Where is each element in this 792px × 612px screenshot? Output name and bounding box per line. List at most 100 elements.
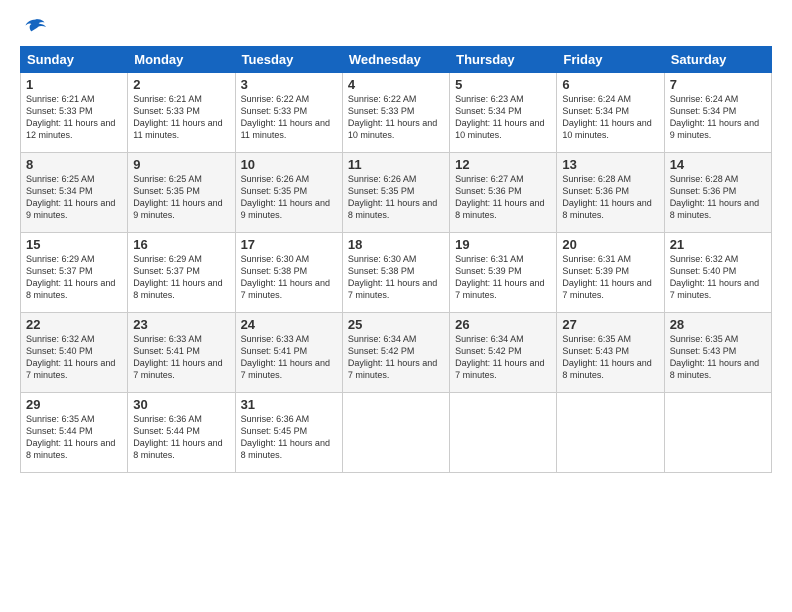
day-info: Sunrise: 6:22 AM Sunset: 5:33 PM Dayligh… [348,93,444,142]
day-header-monday: Monday [128,47,235,73]
day-info: Sunrise: 6:36 AM Sunset: 5:44 PM Dayligh… [133,413,229,462]
day-info: Sunrise: 6:33 AM Sunset: 5:41 PM Dayligh… [241,333,337,382]
header-row: SundayMondayTuesdayWednesdayThursdayFrid… [21,47,772,73]
logo [20,18,46,36]
calendar-cell [557,393,664,473]
day-number: 15 [26,237,122,252]
calendar-cell: 1 Sunrise: 6:21 AM Sunset: 5:33 PM Dayli… [21,73,128,153]
day-info: Sunrise: 6:31 AM Sunset: 5:39 PM Dayligh… [455,253,551,302]
calendar-cell: 4 Sunrise: 6:22 AM Sunset: 5:33 PM Dayli… [342,73,449,153]
day-number: 8 [26,157,122,172]
calendar-cell: 22 Sunrise: 6:32 AM Sunset: 5:40 PM Dayl… [21,313,128,393]
day-info: Sunrise: 6:30 AM Sunset: 5:38 PM Dayligh… [348,253,444,302]
day-info: Sunrise: 6:26 AM Sunset: 5:35 PM Dayligh… [241,173,337,222]
day-info: Sunrise: 6:28 AM Sunset: 5:36 PM Dayligh… [562,173,658,222]
calendar-cell: 18 Sunrise: 6:30 AM Sunset: 5:38 PM Dayl… [342,233,449,313]
calendar-cell: 17 Sunrise: 6:30 AM Sunset: 5:38 PM Dayl… [235,233,342,313]
day-header-sunday: Sunday [21,47,128,73]
day-number: 13 [562,157,658,172]
page: SundayMondayTuesdayWednesdayThursdayFrid… [0,0,792,612]
day-info: Sunrise: 6:31 AM Sunset: 5:39 PM Dayligh… [562,253,658,302]
day-number: 20 [562,237,658,252]
day-number: 21 [670,237,766,252]
day-info: Sunrise: 6:28 AM Sunset: 5:36 PM Dayligh… [670,173,766,222]
day-header-thursday: Thursday [450,47,557,73]
day-info: Sunrise: 6:29 AM Sunset: 5:37 PM Dayligh… [133,253,229,302]
day-info: Sunrise: 6:26 AM Sunset: 5:35 PM Dayligh… [348,173,444,222]
day-number: 29 [26,397,122,412]
day-info: Sunrise: 6:24 AM Sunset: 5:34 PM Dayligh… [670,93,766,142]
day-number: 26 [455,317,551,332]
day-header-tuesday: Tuesday [235,47,342,73]
day-info: Sunrise: 6:34 AM Sunset: 5:42 PM Dayligh… [348,333,444,382]
day-number: 28 [670,317,766,332]
calendar-cell: 5 Sunrise: 6:23 AM Sunset: 5:34 PM Dayli… [450,73,557,153]
calendar-cell: 26 Sunrise: 6:34 AM Sunset: 5:42 PM Dayl… [450,313,557,393]
calendar-cell: 29 Sunrise: 6:35 AM Sunset: 5:44 PM Dayl… [21,393,128,473]
day-number: 18 [348,237,444,252]
calendar-cell: 6 Sunrise: 6:24 AM Sunset: 5:34 PM Dayli… [557,73,664,153]
day-number: 6 [562,77,658,92]
day-number: 7 [670,77,766,92]
calendar-cell: 3 Sunrise: 6:22 AM Sunset: 5:33 PM Dayli… [235,73,342,153]
calendar-cell [664,393,771,473]
day-number: 16 [133,237,229,252]
day-number: 17 [241,237,337,252]
calendar-cell: 21 Sunrise: 6:32 AM Sunset: 5:40 PM Dayl… [664,233,771,313]
calendar-cell: 13 Sunrise: 6:28 AM Sunset: 5:36 PM Dayl… [557,153,664,233]
calendar-cell [450,393,557,473]
week-row-2: 8 Sunrise: 6:25 AM Sunset: 5:34 PM Dayli… [21,153,772,233]
day-info: Sunrise: 6:30 AM Sunset: 5:38 PM Dayligh… [241,253,337,302]
calendar-cell: 20 Sunrise: 6:31 AM Sunset: 5:39 PM Dayl… [557,233,664,313]
calendar-cell: 30 Sunrise: 6:36 AM Sunset: 5:44 PM Dayl… [128,393,235,473]
calendar-cell [342,393,449,473]
day-info: Sunrise: 6:21 AM Sunset: 5:33 PM Dayligh… [26,93,122,142]
calendar-cell: 24 Sunrise: 6:33 AM Sunset: 5:41 PM Dayl… [235,313,342,393]
calendar-cell: 28 Sunrise: 6:35 AM Sunset: 5:43 PM Dayl… [664,313,771,393]
calendar-cell: 31 Sunrise: 6:36 AM Sunset: 5:45 PM Dayl… [235,393,342,473]
day-info: Sunrise: 6:23 AM Sunset: 5:34 PM Dayligh… [455,93,551,142]
calendar-cell: 7 Sunrise: 6:24 AM Sunset: 5:34 PM Dayli… [664,73,771,153]
calendar-cell: 9 Sunrise: 6:25 AM Sunset: 5:35 PM Dayli… [128,153,235,233]
day-number: 4 [348,77,444,92]
week-row-5: 29 Sunrise: 6:35 AM Sunset: 5:44 PM Dayl… [21,393,772,473]
day-number: 1 [26,77,122,92]
day-info: Sunrise: 6:32 AM Sunset: 5:40 PM Dayligh… [670,253,766,302]
day-number: 2 [133,77,229,92]
calendar-cell: 15 Sunrise: 6:29 AM Sunset: 5:37 PM Dayl… [21,233,128,313]
calendar: SundayMondayTuesdayWednesdayThursdayFrid… [20,46,772,473]
day-info: Sunrise: 6:36 AM Sunset: 5:45 PM Dayligh… [241,413,337,462]
calendar-cell: 23 Sunrise: 6:33 AM Sunset: 5:41 PM Dayl… [128,313,235,393]
week-row-4: 22 Sunrise: 6:32 AM Sunset: 5:40 PM Dayl… [21,313,772,393]
day-info: Sunrise: 6:35 AM Sunset: 5:43 PM Dayligh… [670,333,766,382]
day-number: 19 [455,237,551,252]
day-number: 9 [133,157,229,172]
day-info: Sunrise: 6:22 AM Sunset: 5:33 PM Dayligh… [241,93,337,142]
calendar-cell: 2 Sunrise: 6:21 AM Sunset: 5:33 PM Dayli… [128,73,235,153]
day-info: Sunrise: 6:25 AM Sunset: 5:34 PM Dayligh… [26,173,122,222]
calendar-cell: 14 Sunrise: 6:28 AM Sunset: 5:36 PM Dayl… [664,153,771,233]
day-info: Sunrise: 6:21 AM Sunset: 5:33 PM Dayligh… [133,93,229,142]
day-info: Sunrise: 6:24 AM Sunset: 5:34 PM Dayligh… [562,93,658,142]
week-row-1: 1 Sunrise: 6:21 AM Sunset: 5:33 PM Dayli… [21,73,772,153]
calendar-cell: 10 Sunrise: 6:26 AM Sunset: 5:35 PM Dayl… [235,153,342,233]
day-number: 25 [348,317,444,332]
day-number: 24 [241,317,337,332]
day-info: Sunrise: 6:32 AM Sunset: 5:40 PM Dayligh… [26,333,122,382]
day-header-saturday: Saturday [664,47,771,73]
calendar-cell: 16 Sunrise: 6:29 AM Sunset: 5:37 PM Dayl… [128,233,235,313]
calendar-cell: 11 Sunrise: 6:26 AM Sunset: 5:35 PM Dayl… [342,153,449,233]
day-number: 27 [562,317,658,332]
week-row-3: 15 Sunrise: 6:29 AM Sunset: 5:37 PM Dayl… [21,233,772,313]
calendar-cell: 27 Sunrise: 6:35 AM Sunset: 5:43 PM Dayl… [557,313,664,393]
day-number: 30 [133,397,229,412]
calendar-cell: 8 Sunrise: 6:25 AM Sunset: 5:34 PM Dayli… [21,153,128,233]
day-header-wednesday: Wednesday [342,47,449,73]
day-number: 3 [241,77,337,92]
day-number: 23 [133,317,229,332]
day-info: Sunrise: 6:27 AM Sunset: 5:36 PM Dayligh… [455,173,551,222]
header [20,18,772,36]
logo-bird-icon [24,18,46,36]
day-number: 14 [670,157,766,172]
day-number: 11 [348,157,444,172]
